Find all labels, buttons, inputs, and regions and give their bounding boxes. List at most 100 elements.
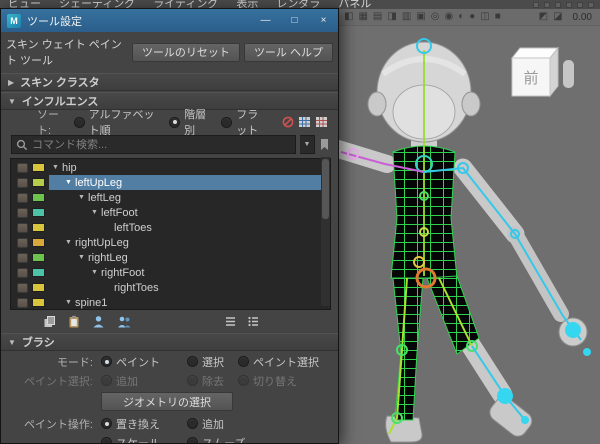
tree-row-leftLeg[interactable]: ▼leftLeg	[11, 190, 330, 205]
tool-help-button[interactable]: ツール ヘルプ	[244, 43, 333, 62]
show-all-influences-icon[interactable]	[117, 315, 132, 328]
radio-op-add[interactable]: 追加	[187, 416, 224, 432]
copy-weights-icon[interactable]	[43, 315, 56, 328]
grid-blue-icon[interactable]	[298, 116, 311, 128]
tree-row-rightToes[interactable]: rightToes	[11, 280, 330, 295]
section-brush[interactable]: ▼ ブラシ	[1, 333, 338, 351]
search-dropdown-icon[interactable]: ▼	[300, 135, 315, 154]
paint-select-label: ペイント選択:	[1, 373, 101, 389]
viewport-canvas[interactable]: 前	[339, 26, 600, 444]
close-button[interactable]: ×	[309, 9, 338, 32]
tree-row-rightUpLeg[interactable]: ▼rightUpLeg	[11, 235, 330, 250]
textured-icon[interactable]: ◫	[480, 12, 489, 22]
maya-logo-icon: M	[7, 14, 21, 28]
radio-sort-alphabetical[interactable]: アルファベット順	[74, 106, 156, 138]
tree-row-hip[interactable]: ▼hip	[11, 160, 330, 175]
resolution-gate-icon[interactable]: ◨	[387, 12, 396, 22]
radio-mode-paint[interactable]: ペイント	[101, 354, 187, 370]
hold-weight-toggle[interactable]	[17, 298, 28, 308]
status-icon[interactable]	[555, 2, 561, 8]
xray-icon[interactable]: ◩	[539, 12, 548, 22]
hold-weight-toggle[interactable]	[17, 223, 28, 233]
expand-arrow-icon[interactable]: ▼	[78, 194, 88, 201]
menu-panels[interactable]: パネル	[338, 0, 371, 9]
shaded-icon[interactable]: ●	[469, 12, 475, 22]
joint-color-swatch	[32, 163, 45, 172]
radio-op-scale[interactable]: スケール	[101, 435, 187, 444]
expand-arrow-icon[interactable]: ▼	[91, 209, 101, 216]
expand-arrow-icon[interactable]: ▼	[65, 239, 75, 246]
maximize-button[interactable]: □	[280, 9, 309, 32]
tree-scrollbar-thumb[interactable]	[322, 159, 329, 219]
field-chart-icon[interactable]: ▣	[416, 12, 425, 22]
expand-arrow-icon[interactable]: ▼	[78, 254, 88, 261]
radio-sort-flat[interactable]: フラット	[221, 106, 268, 138]
remove-influence-icon[interactable]	[282, 116, 294, 128]
minimize-button[interactable]: —	[251, 9, 280, 32]
radio-icon	[101, 375, 112, 386]
safe-title-icon[interactable]: ◉	[444, 12, 453, 22]
bookmark-icon[interactable]	[319, 138, 330, 151]
hold-weight-toggle[interactable]	[17, 193, 28, 203]
film-gate-icon[interactable]: ▤	[373, 12, 382, 22]
coordinate-field[interactable]: 0.00	[573, 12, 592, 23]
tree-row-rightLeg[interactable]: ▼rightLeg	[11, 250, 330, 265]
expand-arrow-icon[interactable]: ▼	[91, 269, 101, 276]
status-icon[interactable]	[544, 2, 550, 8]
show-influence-icon[interactable]	[92, 315, 105, 328]
status-icon[interactable]	[566, 2, 572, 8]
hold-weight-toggle[interactable]	[17, 283, 28, 293]
safe-action-icon[interactable]: ◎	[431, 12, 440, 22]
search-row: ▼	[11, 135, 330, 154]
radio-mode-paint-select[interactable]: ペイント選択	[238, 354, 319, 370]
viewport-toolbar: ◧ ▦ ▤ ◨ ▥ ▣ ◎ ◉ ◐ ● ◫ ■ ◩ ◪ 0.00	[339, 9, 600, 26]
radio-mode-select[interactable]: 選択	[187, 354, 224, 370]
window-titlebar[interactable]: M ツール設定 — □ ×	[1, 9, 338, 32]
expand-arrow-icon[interactable]: ▼	[52, 164, 62, 171]
gate-mask-icon[interactable]: ▥	[402, 12, 411, 22]
select-icon[interactable]: ◧	[344, 12, 353, 22]
joint-color-swatch	[32, 178, 45, 187]
tree-scrollbar[interactable]	[321, 157, 330, 306]
tree-row-leftFoot[interactable]: ▼leftFoot	[11, 205, 330, 220]
expand-arrow-icon[interactable]: ▼	[65, 179, 75, 186]
viewport-toolbar-icons: ◧ ▦ ▤ ◨ ▥ ▣ ◎ ◉ ◐ ● ◫ ■	[344, 12, 501, 22]
hold-weight-toggle[interactable]	[17, 268, 28, 278]
radio-paint-select-remove[interactable]: 除去	[187, 373, 224, 389]
hold-weight-toggle[interactable]	[17, 238, 28, 248]
reset-tool-button[interactable]: ツールのリセット	[132, 43, 240, 62]
radio-sort-hierarchy[interactable]: 階層別	[169, 106, 207, 138]
radio-op-replace[interactable]: 置き換え	[101, 416, 187, 432]
view-cube[interactable]: 前	[512, 48, 574, 96]
section-skin-cluster[interactable]: ▶ スキン クラスタ	[1, 73, 338, 91]
status-icon[interactable]	[577, 2, 583, 8]
radio-paint-select-toggle[interactable]: 切り替え	[238, 373, 297, 389]
status-icon[interactable]	[588, 2, 594, 8]
joint-color-swatch	[32, 283, 45, 292]
tree-row-leftUpLeg[interactable]: ▼leftUpLeg	[11, 175, 330, 190]
tree-row-rightFoot[interactable]: ▼rightFoot	[11, 265, 330, 280]
wireframe-icon[interactable]: ◐	[458, 12, 464, 22]
paint-operation-row: ペイント操作: 置き換え 追加	[1, 415, 338, 432]
view-cube-handle[interactable]	[563, 60, 574, 88]
status-icon[interactable]	[533, 2, 539, 8]
expand-arrow-icon[interactable]: ▼	[65, 299, 75, 306]
detail-list-view-icon[interactable]	[247, 316, 260, 327]
radio-paint-select-add[interactable]: 追加	[101, 373, 187, 389]
hold-weight-toggle[interactable]	[17, 253, 28, 263]
radio-op-smooth[interactable]: スムーズ	[187, 435, 245, 444]
hold-weight-toggle[interactable]	[17, 163, 28, 173]
list-view-icon[interactable]	[224, 316, 237, 327]
hold-weight-toggle[interactable]	[17, 178, 28, 188]
select-geometry-button[interactable]: ジオメトリの選択	[101, 392, 233, 411]
command-search-input[interactable]	[32, 139, 291, 151]
isolate-icon[interactable]: ◪	[553, 12, 562, 22]
tool-name-label: スキン ウェイト ペイント ツール	[6, 36, 128, 68]
tree-row-spine1[interactable]: ▼spine1	[11, 295, 330, 310]
paste-weights-icon[interactable]	[68, 315, 80, 328]
hold-weight-toggle[interactable]	[17, 208, 28, 218]
grid-icon[interactable]: ▦	[358, 12, 367, 22]
tree-row-leftToes[interactable]: leftToes	[11, 220, 330, 235]
grid-red-icon[interactable]	[315, 116, 328, 128]
lights-icon[interactable]: ■	[495, 12, 501, 22]
